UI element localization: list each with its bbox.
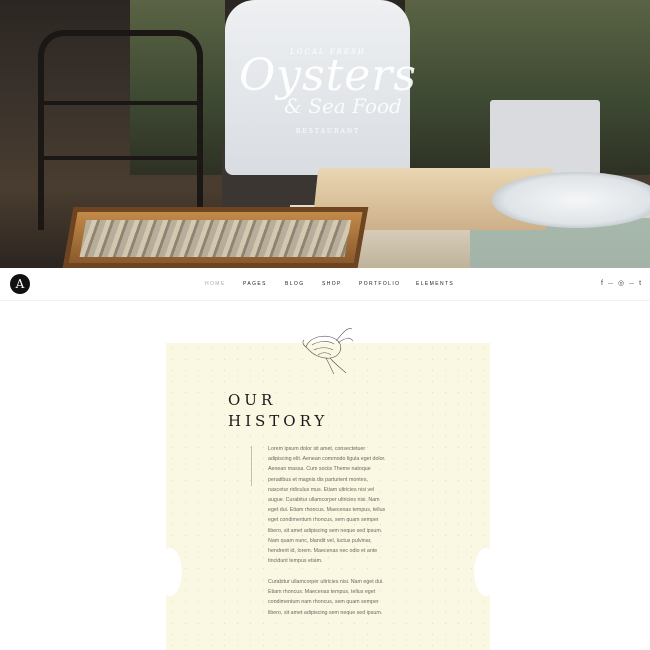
instagram-icon[interactable]: ◎: [618, 280, 624, 287]
card-notch-left: [158, 548, 182, 596]
nav-item-elements[interactable]: ELEMENTS: [416, 281, 466, 287]
shelf: [38, 30, 203, 230]
nav-item-portfolio[interactable]: PORTFOLIO: [359, 281, 416, 287]
nav-item-home[interactable]: HOME: [205, 281, 243, 287]
site-logo[interactable]: A: [10, 274, 30, 294]
hero-title-group: LOCAL FRESH Oysters & Sea Food RESTAURAN…: [228, 48, 428, 135]
social-divider: [607, 283, 613, 284]
facebook-icon[interactable]: f: [601, 280, 603, 287]
hero-tag: RESTAURANT: [295, 128, 361, 135]
accent-divider: [251, 446, 252, 486]
hero-title: Oysters: [239, 50, 417, 101]
social-divider: [629, 283, 635, 284]
dining-table: [490, 100, 600, 175]
oyster-crate: [62, 207, 369, 268]
social-links: f ◎ t: [601, 280, 641, 287]
twitter-icon[interactable]: t: [639, 280, 641, 287]
history-heading: OUR HISTORY: [228, 390, 328, 432]
nav-item-shop[interactable]: SHOP: [322, 281, 359, 287]
nav-menu: HOME PAGES BLOG SHOP PORTFOLIO ELEMENTS: [205, 281, 466, 287]
hero-banner: LOCAL FRESH Oysters & Sea Food RESTAURAN…: [0, 0, 650, 268]
oyster-plate: [492, 172, 650, 228]
card-notch-right: [474, 548, 498, 596]
history-paragraph-1: Lorem ipsum dolor sit amet, consectetuer…: [268, 446, 386, 565]
nav-item-blog[interactable]: BLOG: [285, 281, 322, 287]
history-paragraph-2: Curabitur ullamcorper ultricies nisi. Na…: [268, 579, 384, 616]
history-heading-line2: HISTORY: [228, 412, 329, 430]
nav-item-pages[interactable]: PAGES: [243, 281, 285, 287]
shrimp-icon: [302, 328, 354, 375]
history-heading-line1: OUR: [228, 391, 277, 409]
